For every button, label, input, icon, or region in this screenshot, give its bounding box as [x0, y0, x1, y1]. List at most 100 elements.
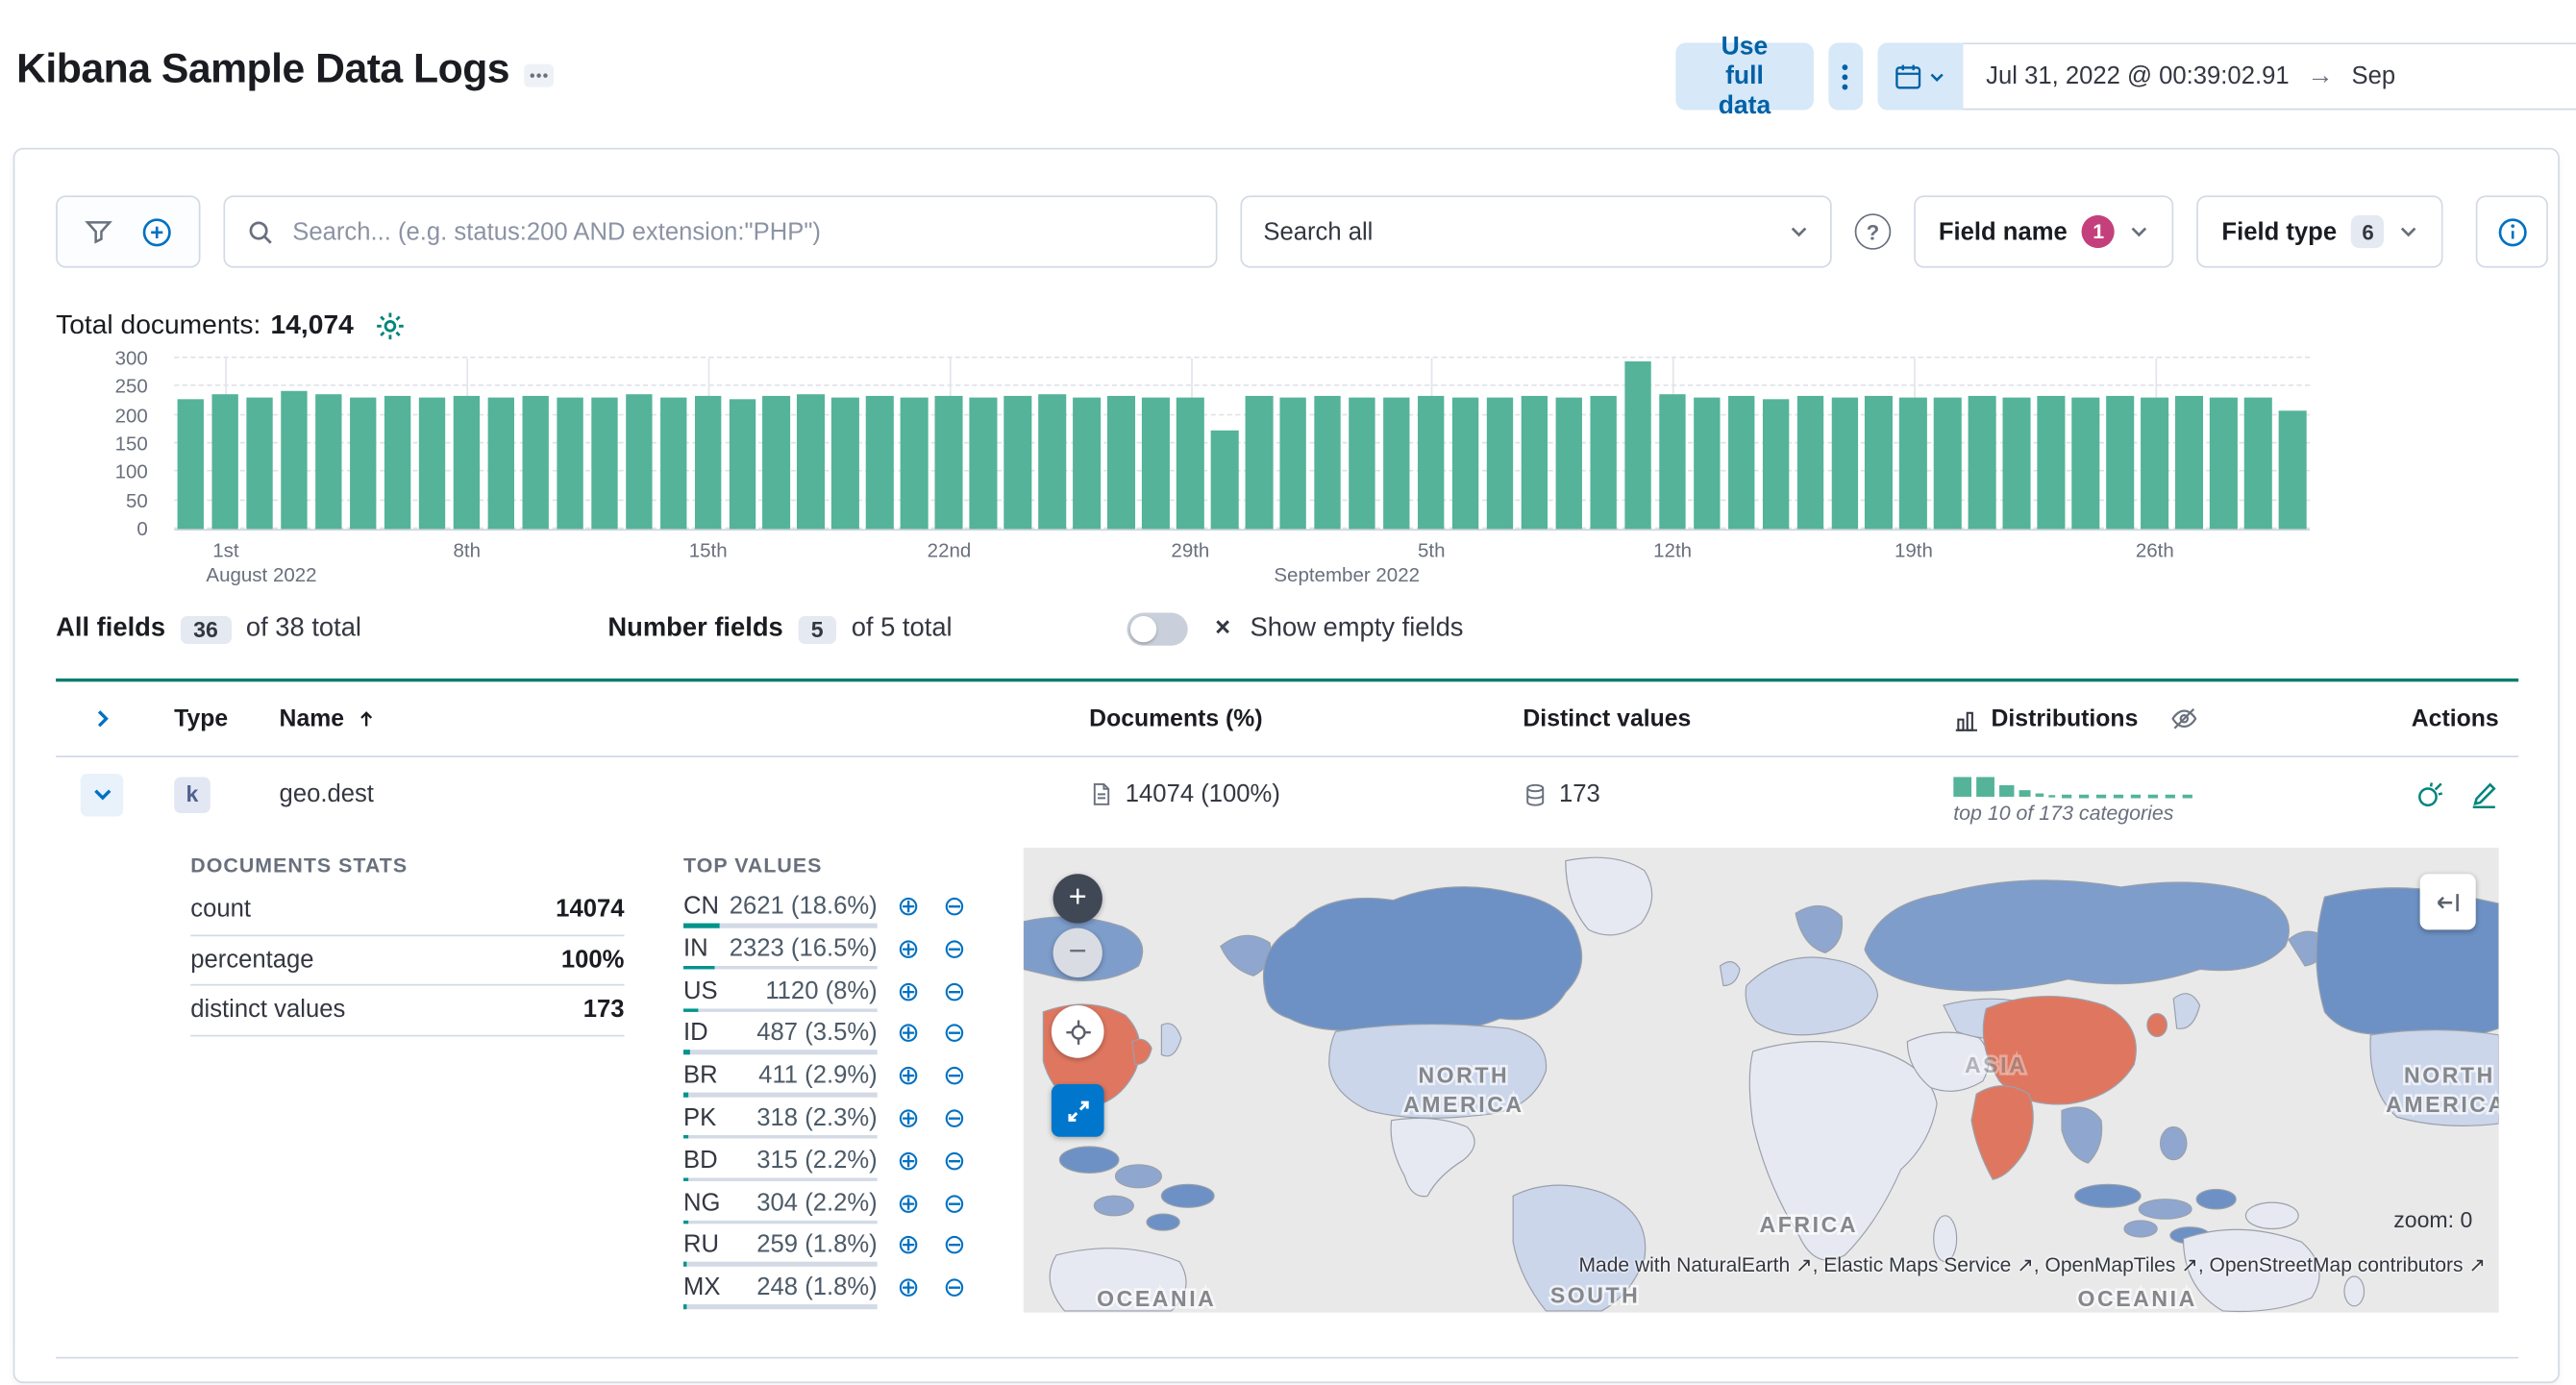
histogram-bar[interactable] — [1796, 395, 1824, 530]
histogram-bar[interactable] — [1038, 394, 1066, 530]
filter-for-value-button[interactable]: ⊕ — [897, 1187, 920, 1220]
histogram-bar[interactable] — [590, 396, 618, 530]
histogram-bar[interactable] — [969, 397, 998, 530]
search-all-select[interactable]: Search all — [1240, 195, 1832, 268]
histogram-bar[interactable] — [314, 393, 343, 530]
histogram-bar[interactable] — [1555, 397, 1583, 530]
field-row-geo-dest[interactable]: k geo.dest 14074 (100%) 173 top 10 of 17… — [56, 757, 2518, 831]
histogram-bar[interactable] — [1417, 395, 1445, 530]
histogram-bar[interactable] — [1590, 396, 1618, 530]
histogram-bar[interactable] — [1486, 396, 1514, 530]
histogram-bar[interactable] — [349, 398, 377, 530]
histogram-bar[interactable] — [177, 399, 205, 530]
date-picker[interactable]: Jul 31, 2022 @ 00:39:02.91 → Sep — [1877, 42, 2576, 111]
filter-for-value-button[interactable]: ⊕ — [897, 1060, 920, 1093]
title-options-icon[interactable] — [524, 62, 555, 87]
calendar-button[interactable] — [1877, 42, 1964, 111]
histogram-bar[interactable] — [729, 398, 756, 530]
field-name-cell[interactable]: geo.dest — [253, 780, 1063, 808]
filter-for-value-button[interactable]: ⊕ — [897, 1018, 920, 1051]
map-zoom-in-button[interactable]: + — [1053, 874, 1102, 924]
histogram-bar[interactable] — [1382, 397, 1411, 530]
histogram-bar[interactable] — [2141, 397, 2168, 530]
chart-settings-button[interactable] — [375, 310, 406, 341]
map-attribution[interactable]: Made with NaturalEarth ↗, Elastic Maps S… — [1579, 1253, 2486, 1276]
histogram-bar[interactable] — [901, 398, 929, 530]
help-icon[interactable]: ? — [1854, 213, 1892, 250]
date-range-end[interactable]: Sep — [2352, 62, 2396, 90]
use-full-data-button[interactable]: Use full data — [1675, 32, 1814, 119]
histogram-bar[interactable] — [1176, 398, 1204, 530]
show-empty-fields-toggle[interactable] — [1126, 612, 1188, 646]
histogram-bar[interactable] — [1658, 394, 1686, 530]
histogram-bar[interactable] — [1210, 431, 1238, 530]
filter-out-value-button[interactable]: ⊖ — [943, 1187, 966, 1220]
kebab-menu-button[interactable] — [1827, 42, 1863, 111]
search-input[interactable] — [288, 215, 1195, 248]
histogram-bar[interactable] — [625, 393, 653, 530]
histogram-bar[interactable] — [211, 394, 239, 530]
filter-out-value-button[interactable]: ⊖ — [943, 1060, 966, 1093]
histogram-bar[interactable] — [694, 396, 722, 530]
histogram-bar[interactable] — [1142, 396, 1170, 530]
histogram-bar[interactable] — [831, 397, 859, 530]
add-field-button[interactable] — [140, 216, 171, 247]
histogram-bar[interactable] — [2037, 395, 2066, 530]
geo-dest-map[interactable]: NORTH AMERICA ASIA AFRICA SOUTH OCEANIA … — [1023, 847, 2499, 1313]
histogram-bar[interactable] — [521, 395, 550, 530]
histogram-bar[interactable] — [935, 395, 963, 530]
histogram-bar[interactable] — [487, 396, 515, 530]
column-header-documents[interactable]: Documents (%) — [1063, 705, 1497, 731]
filter-out-value-button[interactable]: ⊖ — [943, 976, 966, 1008]
histogram-bar[interactable] — [1727, 396, 1755, 530]
filter-for-value-button[interactable]: ⊕ — [897, 976, 920, 1008]
histogram-bar[interactable] — [2278, 410, 2306, 530]
histogram-bar[interactable] — [866, 396, 894, 530]
histogram-bar[interactable] — [1934, 398, 1962, 530]
histogram-bar[interactable] — [1107, 395, 1135, 530]
field-type-filter-button[interactable]: Field type 6 — [2196, 195, 2444, 268]
filter-out-value-button[interactable]: ⊖ — [943, 890, 966, 923]
filter-out-value-button[interactable]: ⊖ — [943, 1272, 966, 1304]
histogram-bar[interactable] — [2175, 395, 2203, 530]
hide-distributions-button[interactable] — [2171, 705, 2199, 732]
histogram-bar[interactable] — [2210, 396, 2238, 530]
filter-out-value-button[interactable]: ⊖ — [943, 1102, 966, 1135]
histogram-bar[interactable] — [659, 397, 687, 530]
histogram-bar[interactable] — [1279, 398, 1307, 530]
map-zoom-out-button[interactable]: − — [1053, 927, 1102, 977]
map-legend-toggle-button[interactable] — [2419, 874, 2476, 930]
filter-out-value-button[interactable]: ⊖ — [943, 1229, 966, 1262]
histogram-bar[interactable] — [797, 394, 825, 530]
filter-for-value-button[interactable]: ⊕ — [897, 1145, 920, 1177]
histogram-bar[interactable] — [453, 395, 481, 530]
histogram-bar[interactable] — [2071, 398, 2099, 530]
info-button[interactable] — [2476, 195, 2549, 268]
histogram-bar[interactable] — [1762, 398, 1790, 530]
histogram-bar[interactable] — [2106, 396, 2134, 530]
filter-out-value-button[interactable]: ⊖ — [943, 932, 966, 965]
filter-for-value-button[interactable]: ⊕ — [897, 890, 920, 923]
histogram-bar[interactable] — [281, 390, 309, 530]
search-box[interactable] — [223, 195, 1218, 268]
map-locate-button[interactable] — [1051, 1005, 1104, 1058]
filter-for-value-button[interactable]: ⊕ — [897, 932, 920, 965]
histogram-bar[interactable] — [1073, 398, 1101, 530]
filter-for-value-button[interactable]: ⊕ — [897, 1102, 920, 1135]
filter-fields-button[interactable] — [85, 217, 114, 247]
filter-out-value-button[interactable]: ⊖ — [943, 1018, 966, 1051]
filter-for-value-button[interactable]: ⊕ — [897, 1229, 920, 1262]
date-range-start[interactable]: Jul 31, 2022 @ 00:39:02.91 — [1986, 62, 2289, 90]
histogram-bar[interactable] — [556, 398, 583, 530]
histogram-bar[interactable] — [1451, 398, 1479, 530]
histogram-bar[interactable] — [2243, 398, 2272, 530]
histogram-bar[interactable] — [384, 396, 411, 530]
histogram-bar[interactable] — [1003, 396, 1031, 530]
filter-for-value-button[interactable]: ⊕ — [897, 1272, 920, 1304]
collapse-row-button[interactable] — [80, 773, 124, 816]
histogram-bar[interactable] — [1349, 396, 1376, 530]
histogram-bar[interactable] — [1693, 397, 1721, 530]
column-header-distinct-values[interactable]: Distinct values — [1497, 705, 1927, 731]
histogram-bar[interactable] — [1899, 396, 1927, 530]
histogram-bar[interactable] — [1521, 395, 1548, 530]
